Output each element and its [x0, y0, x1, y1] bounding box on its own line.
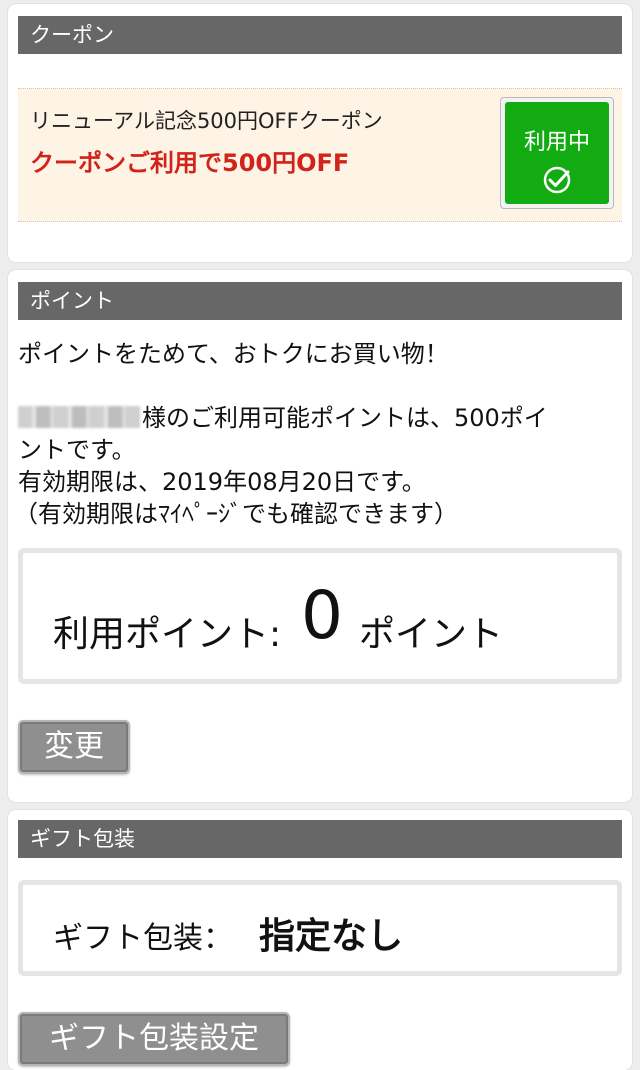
- points-expiry: 有効期限は、2019年08月20日です。: [18, 468, 426, 496]
- gift-wrap-settings-button[interactable]: ギフト包装設定: [18, 1012, 290, 1066]
- coupon-in-use-label: 利用中: [523, 130, 590, 155]
- gift-wrap-value: 指定なし: [259, 916, 404, 957]
- coupon-header: クーポン: [18, 16, 622, 54]
- points-available-line1: 様のご利用可能ポイントは、500ポイ: [18, 398, 548, 433]
- coupon-name: リニューアル記念500円OFFクーポン: [30, 109, 383, 133]
- points-header: ポイント: [18, 282, 622, 320]
- points-available-text: 様のご利用可能ポイントは、500ポイ: [142, 404, 548, 432]
- gift-header: ギフト包装: [18, 820, 622, 858]
- change-points-button[interactable]: 変更: [18, 720, 130, 774]
- coupon-section: クーポン リニューアル記念500円OFFクーポン クーポンご利用で500円OFF…: [8, 4, 632, 262]
- gift-wrap-box: ギフト包装： 指定なし: [18, 880, 622, 976]
- gift-section: ギフト包装 ギフト包装： 指定なし ギフト包装設定: [8, 810, 632, 1070]
- coupon-item: リニューアル記念500円OFFクーポン クーポンご利用で500円OFF 利用中: [18, 88, 622, 222]
- points-tagline: ポイントをためて、おトクにお買い物！: [18, 340, 449, 368]
- coupon-in-use-face: 利用中: [505, 102, 609, 204]
- points-section: ポイント ポイントをためて、おトクにお買い物！ 様のご利用可能ポイントは、500…: [8, 270, 632, 802]
- points-available-line2: ントです。: [18, 436, 136, 464]
- coupon-offer: クーポンご利用で500円OFF: [30, 149, 350, 177]
- check-circle-icon: [543, 166, 571, 194]
- customer-name-blurred: [18, 406, 140, 428]
- gift-wrap-label: ギフト包装：: [53, 921, 233, 956]
- points-use-value: 0: [301, 577, 343, 654]
- points-use-box: 利用ポイント: 0 ポイント: [18, 548, 622, 684]
- coupon-in-use-button[interactable]: 利用中: [500, 97, 614, 209]
- points-expiry-note: （有効期限はﾏｲﾍﾟｰｼﾞでも確認できます）: [14, 500, 458, 528]
- points-use-label: 利用ポイント:: [53, 614, 282, 655]
- points-use-unit: ポイント: [359, 614, 504, 655]
